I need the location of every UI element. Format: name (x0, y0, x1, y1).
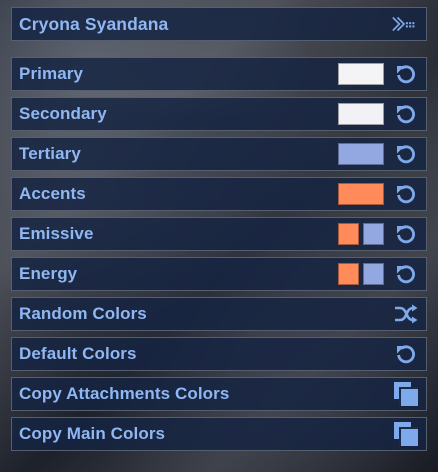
channel-row-energy[interactable]: Energy (11, 257, 427, 291)
color-swatch[interactable] (338, 63, 384, 85)
action-label: Copy Attachments Colors (19, 384, 230, 403)
color-swatch-2[interactable] (363, 223, 384, 245)
reset-icon[interactable] (393, 101, 419, 127)
color-swatch-1[interactable] (338, 223, 359, 245)
reset-icon[interactable] (393, 261, 419, 287)
random-colors-button[interactable]: Random Colors (11, 297, 427, 331)
channel-label: Accents (19, 184, 86, 203)
channel-label: Energy (19, 264, 78, 283)
reset-icon[interactable] (393, 341, 419, 367)
channel-row-primary[interactable]: Primary (11, 57, 427, 91)
chevrons-menu-icon[interactable] (391, 11, 417, 37)
channel-row-accents[interactable]: Accents (11, 177, 427, 211)
copy-icon[interactable] (393, 381, 419, 407)
color-swatch[interactable] (338, 103, 384, 125)
color-swatch-1[interactable] (338, 263, 359, 285)
reset-icon[interactable] (393, 181, 419, 207)
copy-main-colors-button[interactable]: Copy Main Colors (11, 417, 427, 451)
action-label: Copy Main Colors (19, 424, 166, 443)
copy-icon[interactable] (393, 421, 419, 447)
color-swatch[interactable] (338, 143, 384, 165)
channel-label: Emissive (19, 224, 94, 243)
default-colors-button[interactable]: Default Colors (11, 337, 427, 371)
action-label: Random Colors (19, 304, 147, 323)
action-label: Default Colors (19, 344, 137, 363)
copy-attachments-colors-button[interactable]: Copy Attachments Colors (11, 377, 427, 411)
reset-icon[interactable] (393, 61, 419, 87)
channel-row-emissive[interactable]: Emissive (11, 217, 427, 251)
color-swatch[interactable] (338, 183, 384, 205)
panel-title: Cryona Syandana (19, 14, 169, 34)
reset-icon[interactable] (393, 141, 419, 167)
channel-row-secondary[interactable]: Secondary (11, 97, 427, 131)
color-swatch-2[interactable] (363, 263, 384, 285)
shuffle-icon[interactable] (393, 301, 419, 327)
panel-header: Cryona Syandana (11, 7, 427, 41)
reset-icon[interactable] (393, 221, 419, 247)
channel-label: Primary (19, 64, 84, 83)
channel-row-tertiary[interactable]: Tertiary (11, 137, 427, 171)
channel-label: Tertiary (19, 144, 81, 163)
channel-label: Secondary (19, 104, 107, 123)
